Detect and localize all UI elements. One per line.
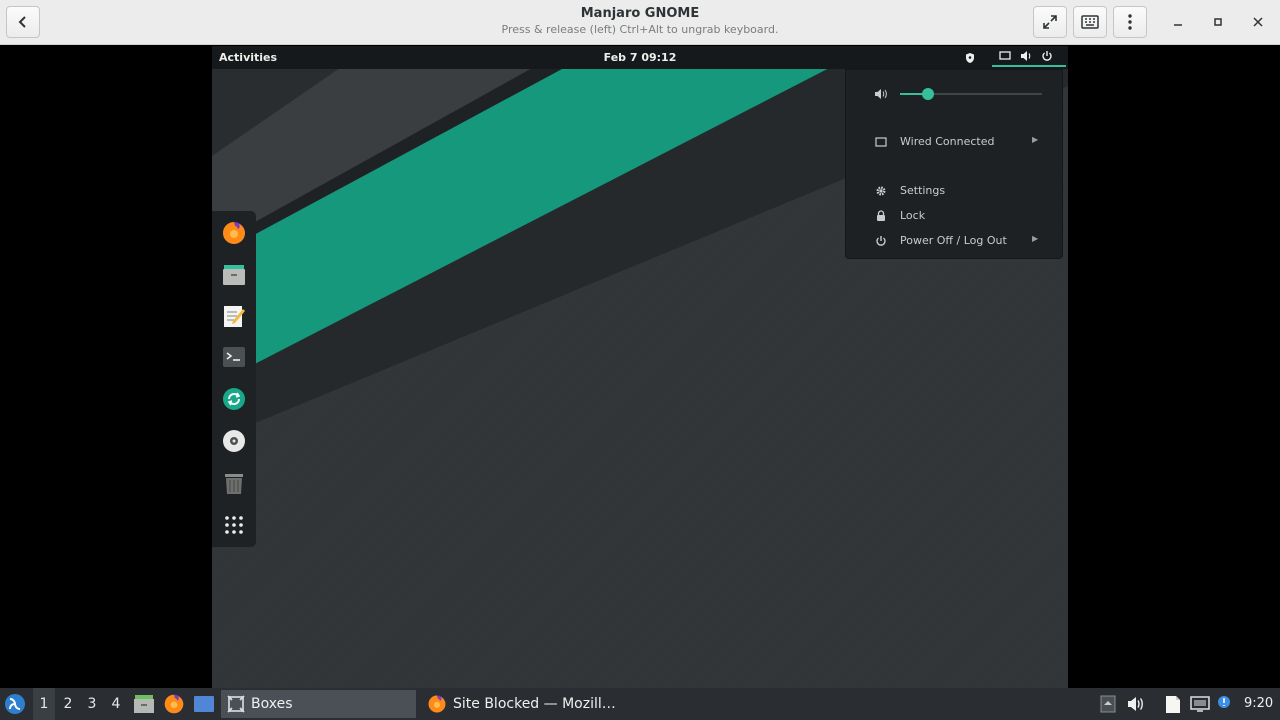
start-menu-icon [5, 694, 25, 714]
window-subtitle: Press & release (left) Ctrl+Alt to ungra… [501, 23, 779, 36]
gear-icon [876, 186, 886, 196]
system-menu-button[interactable] [992, 46, 1066, 67]
task-boxes-label: Boxes [251, 696, 293, 712]
volume-row-icon [874, 87, 888, 101]
volume-icon [1128, 697, 1143, 711]
wired-row-icon [874, 135, 888, 149]
back-icon [18, 16, 26, 28]
text-editor-icon [224, 306, 245, 327]
close-icon [1253, 17, 1263, 27]
tray-updates[interactable] [1214, 692, 1234, 712]
power-icon [1042, 50, 1052, 61]
keyboard-button[interactable] [1073, 6, 1107, 38]
taskbar-clock[interactable]: 9:20 [1244, 696, 1273, 711]
vm-display[interactable]: Feb 7 09:12 Activities Wired Connected ▶… [212, 46, 1068, 688]
menu-button[interactable] [1113, 6, 1147, 38]
window-header: Manjaro GNOME Press & release (left) Ctr… [0, 0, 1280, 45]
back-button[interactable] [6, 6, 40, 38]
network-wired-icon [875, 137, 887, 147]
dock-app-grid[interactable] [221, 512, 247, 538]
disc-icon [223, 430, 245, 452]
keyboard-icon [1081, 15, 1099, 29]
shield-icon [966, 52, 974, 63]
fullscreen-button[interactable] [1033, 6, 1067, 38]
tray-volume[interactable] [1126, 694, 1146, 714]
volume-slider[interactable] [900, 88, 1042, 100]
volume-row [846, 84, 1062, 104]
task-firefox[interactable]: Site Blocked — Mozill… [421, 690, 621, 718]
update-notification-icon [1218, 696, 1230, 708]
close-button[interactable] [1248, 12, 1268, 32]
settings-item[interactable]: Settings [846, 181, 1062, 201]
tray-network[interactable] [1190, 694, 1210, 714]
host-taskbar: 1 2 3 4 Boxes Site Blocked — Mozill… 9:2… [0, 688, 1280, 720]
dock-disc[interactable] [221, 428, 247, 454]
chevron-right-icon: ▶ [1032, 234, 1039, 243]
dock-trash[interactable] [221, 470, 247, 496]
minimize-icon [1174, 24, 1182, 26]
speaker-icon [875, 89, 887, 99]
power-row-icon [874, 234, 888, 248]
top-bar-clock[interactable]: Feb 7 09:12 [212, 51, 1068, 64]
firefox-icon [223, 222, 245, 244]
system-menu: Wired Connected ▶ Settings Lock Power Of… [845, 69, 1063, 259]
chevron-right-icon: ▶ [1032, 135, 1039, 144]
tray-clipboard[interactable] [1163, 694, 1183, 714]
maximize-button[interactable] [1208, 12, 1228, 32]
volume-icon [1021, 50, 1031, 61]
lock-item[interactable]: Lock [846, 206, 1062, 226]
software-center-icon [223, 388, 245, 410]
menu-dots-icon [1128, 14, 1132, 30]
dock-terminal[interactable] [221, 344, 247, 370]
gnome-top-bar: Feb 7 09:12 Activities [212, 46, 1068, 69]
power-icon [876, 236, 886, 246]
task-boxes[interactable]: Boxes [221, 690, 416, 718]
volume-slider-handle[interactable] [922, 88, 935, 100]
power-item[interactable]: Power Off / Log Out ▶ [846, 231, 1062, 251]
lock-row-icon [874, 209, 888, 223]
dock-software[interactable] [221, 386, 247, 412]
workspace-4[interactable]: 4 [105, 688, 127, 720]
dock-text-editor[interactable] [221, 303, 247, 329]
launcher-firefox[interactable] [162, 692, 186, 716]
lock-icon [877, 210, 885, 221]
files-icon [223, 265, 245, 285]
file-manager-icon [134, 695, 154, 713]
firefox-icon [428, 695, 446, 713]
tray-arrow-up-icon [1100, 695, 1116, 713]
network-wired-icon [999, 50, 1011, 60]
fullscreen-icon [1043, 15, 1057, 29]
dock-firefox[interactable] [221, 220, 247, 246]
desktop-icon [194, 696, 214, 712]
wired-connection-label: Wired Connected [900, 135, 995, 148]
privacy-indicator[interactable] [964, 46, 976, 69]
dash-dock [212, 211, 256, 547]
window-title-block: Manjaro GNOME Press & release (left) Ctr… [340, 6, 940, 38]
clipboard-icon [1166, 696, 1180, 713]
workspace-3[interactable]: 3 [81, 688, 103, 720]
minimize-button[interactable] [1168, 12, 1188, 32]
settings-label: Settings [900, 184, 946, 197]
terminal-icon [223, 347, 245, 367]
workspace-1[interactable]: 1 [33, 688, 55, 720]
tray-notification-area[interactable] [1098, 694, 1118, 714]
settings-row-icon [874, 184, 888, 198]
power-label: Power Off / Log Out [900, 234, 1007, 247]
app-grid-icon [225, 516, 243, 534]
lock-label: Lock [900, 209, 926, 222]
trash-icon [225, 474, 243, 494]
boxes-icon [227, 695, 245, 713]
window-title: Manjaro GNOME [580, 6, 700, 21]
launcher-show-desktop[interactable] [192, 692, 216, 716]
dock-files[interactable] [221, 261, 247, 287]
start-menu-button[interactable] [3, 692, 27, 716]
workspace-2[interactable]: 2 [57, 688, 79, 720]
task-firefox-label: Site Blocked — Mozill… [453, 696, 616, 712]
network-icon [1190, 696, 1210, 712]
launcher-files[interactable] [132, 692, 156, 716]
activities-button[interactable]: Activities [219, 51, 277, 64]
wired-connection-item[interactable]: Wired Connected ▶ [846, 132, 1062, 152]
maximize-icon [1214, 18, 1222, 26]
firefox-icon [164, 694, 184, 714]
